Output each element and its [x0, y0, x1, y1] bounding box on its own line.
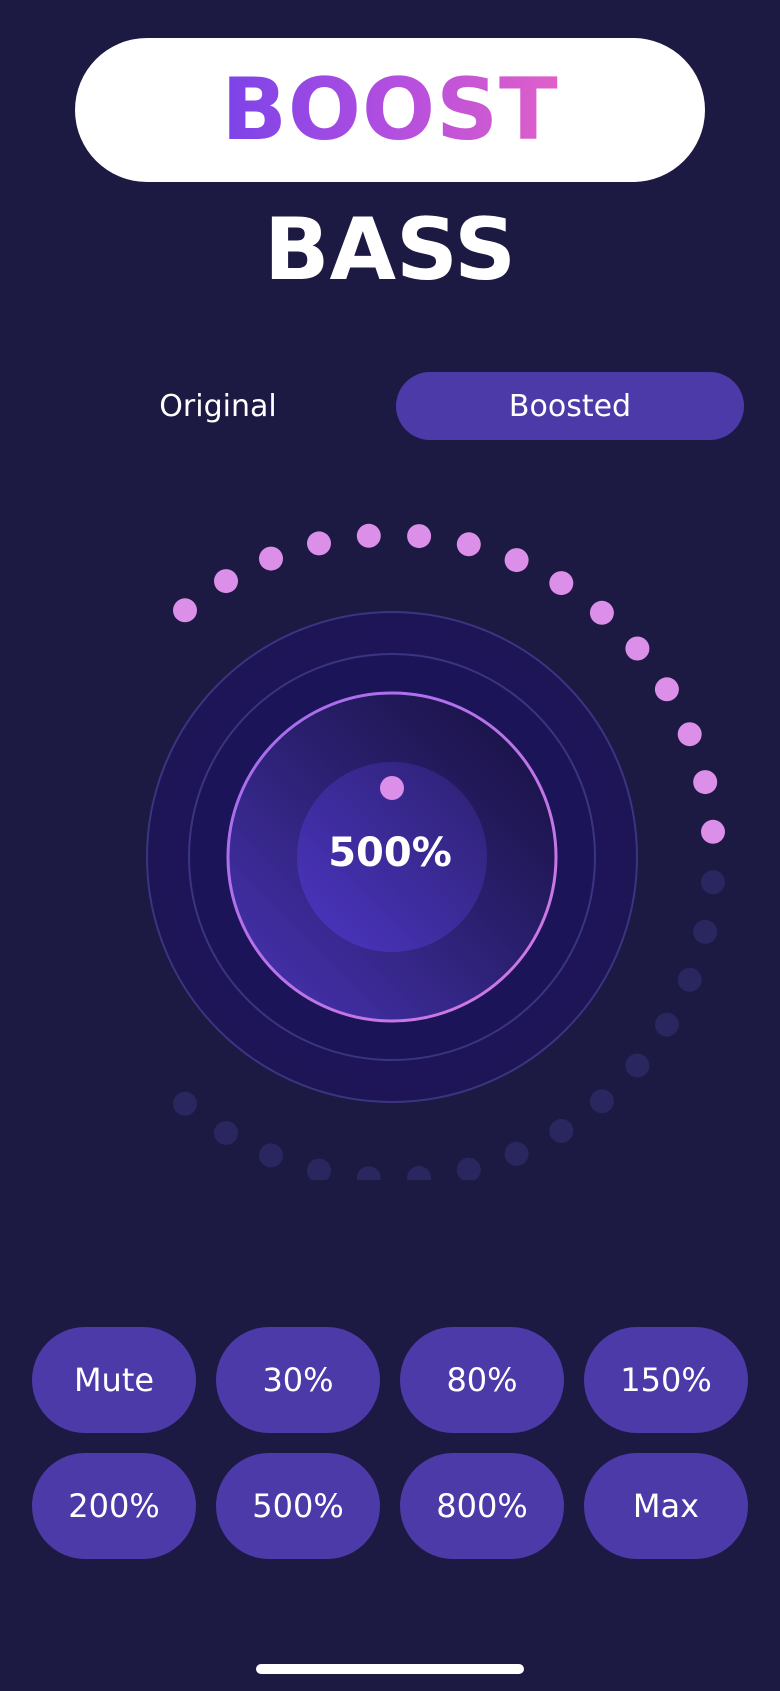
- preset-150-button[interactable]: 150%: [584, 1327, 748, 1433]
- app-title: BOOST: [221, 60, 559, 160]
- level-dot-active: [693, 770, 718, 795]
- level-dot-active: [589, 600, 614, 625]
- preset-buttons: Mute 30% 80% 150% 200% 500% 800% Max: [32, 1327, 748, 1559]
- home-indicator[interactable]: [256, 1664, 524, 1674]
- level-dot-active: [549, 571, 574, 596]
- level-dot-active: [214, 569, 238, 594]
- level-dot-inactive: [504, 1141, 529, 1166]
- level-dot-active: [407, 524, 432, 549]
- level-dot-active: [173, 598, 197, 623]
- dial-value-label: 500%: [328, 830, 452, 876]
- level-dot-active: [654, 677, 679, 702]
- mode-original-label: Original: [159, 388, 277, 424]
- level-dot-inactive: [693, 919, 718, 944]
- level-dot-inactive: [307, 1158, 331, 1180]
- level-dot-inactive: [677, 967, 702, 992]
- level-dot-active: [356, 523, 381, 548]
- level-dot-inactive: [356, 1166, 381, 1180]
- title-banner: BOOST: [75, 38, 705, 182]
- preset-mute-button[interactable]: Mute: [32, 1327, 196, 1433]
- app-subtitle: BASS: [263, 200, 517, 300]
- preset-30-button[interactable]: 30%: [216, 1327, 380, 1433]
- level-dot-inactive: [173, 1091, 197, 1116]
- mode-boosted-label: Boosted: [508, 388, 632, 424]
- preset-200-button[interactable]: 200%: [32, 1453, 196, 1559]
- level-dot-inactive: [701, 870, 725, 895]
- level-dot-inactive: [214, 1120, 238, 1145]
- level-dot-inactive: [407, 1165, 432, 1180]
- level-dot-inactive: [654, 1012, 679, 1037]
- level-dot-active: [701, 819, 725, 844]
- mode-boosted-tab[interactable]: Boosted: [396, 372, 744, 440]
- level-dot-active: [259, 546, 283, 571]
- level-dot-inactive: [259, 1143, 283, 1168]
- level-dot-inactive: [589, 1089, 614, 1114]
- level-dot-active: [504, 548, 529, 573]
- level-dot-active: [307, 531, 331, 556]
- preset-800-button[interactable]: 800%: [400, 1453, 564, 1559]
- mode-original-tab[interactable]: Original: [44, 372, 392, 440]
- level-dot-inactive: [549, 1118, 574, 1143]
- level-dot-inactive: [456, 1157, 481, 1180]
- level-dot-active: [677, 722, 702, 747]
- preset-80-button[interactable]: 80%: [400, 1327, 564, 1433]
- dial-knob-indicator: [380, 776, 404, 800]
- level-dot-active: [625, 636, 650, 661]
- level-dot-inactive: [625, 1053, 650, 1078]
- preset-max-button[interactable]: Max: [584, 1453, 748, 1559]
- level-dot-active: [456, 532, 481, 557]
- preset-500-button[interactable]: 500%: [216, 1453, 380, 1559]
